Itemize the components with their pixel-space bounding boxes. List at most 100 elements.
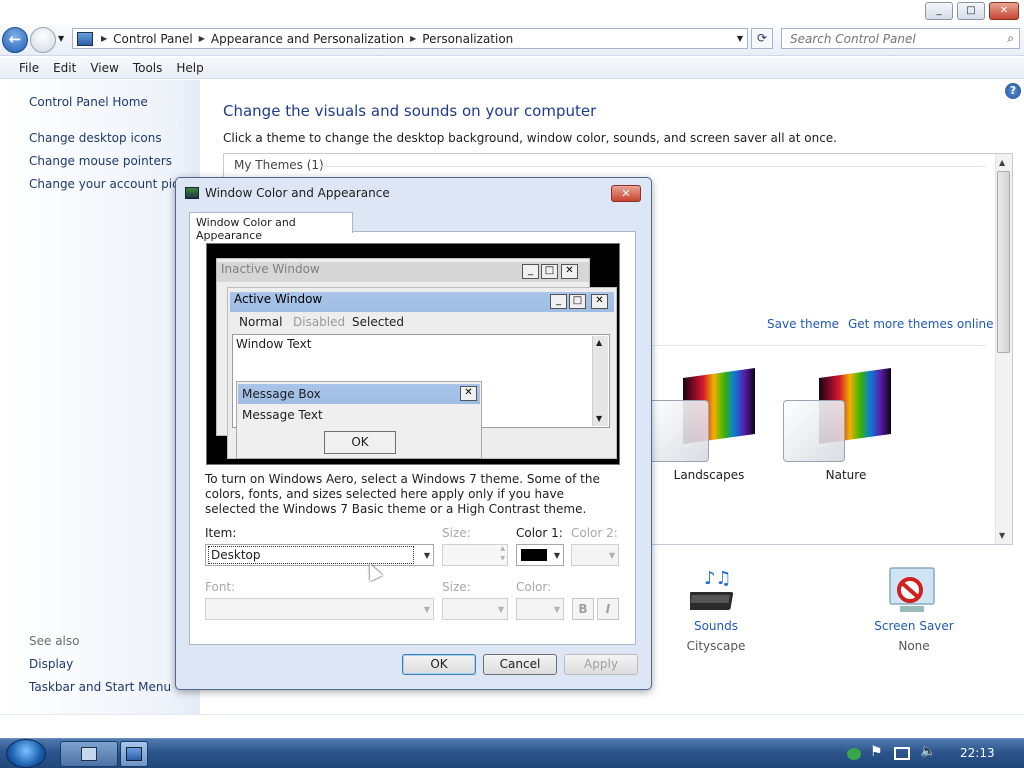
menu-view[interactable]: View — [90, 61, 118, 75]
search-icon[interactable]: ⌕ — [1007, 31, 1014, 46]
font-size-label: Size: — [442, 580, 471, 594]
get-more-themes-link[interactable]: Get more themes online — [848, 317, 994, 331]
scroll-up-icon[interactable]: ▲ — [999, 158, 1005, 167]
my-themes-group-label: My Themes (1) — [234, 158, 324, 172]
breadcrumb-separator-icon[interactable]: ▶ — [199, 34, 205, 43]
chevron-down-icon[interactable]: ▼ — [498, 605, 504, 614]
color2-picker[interactable]: ▼ — [571, 544, 619, 566]
preview-maximize-icon: □ — [569, 294, 586, 309]
preview-scroll-down-icon: ▼ — [596, 414, 603, 423]
maximize-button[interactable]: □ — [957, 2, 985, 20]
forward-button[interactable] — [30, 27, 56, 53]
control-panel-home-link[interactable]: Control Panel Home — [29, 95, 148, 109]
screen-saver-icon[interactable] — [886, 564, 938, 618]
preview-scroll-up-icon: ▲ — [596, 338, 603, 347]
message-box-ok-button[interactable]: OK — [324, 431, 396, 454]
security-tray-icon[interactable] — [847, 748, 861, 760]
preview-menu-selected[interactable]: Selected — [352, 315, 404, 329]
breadcrumb-separator-icon[interactable]: ▶ — [101, 34, 107, 43]
theme-name[interactable]: Landscapes — [654, 468, 764, 482]
volume-muted-icon[interactable]: 🔈 — [920, 744, 936, 759]
color-swatch — [521, 549, 547, 561]
font-label: Font: — [205, 580, 236, 594]
italic-button[interactable]: I — [597, 598, 619, 620]
screen-saver-link[interactable]: Screen Saver — [854, 619, 974, 633]
color1-picker[interactable]: ▼ — [516, 544, 564, 566]
preview-scrollbar[interactable] — [592, 336, 608, 426]
preview-menu-selected-wrap[interactable]: Selected — [343, 313, 404, 331]
tab-window-color[interactable]: Window Color and Appearance — [189, 212, 353, 242]
change-mouse-pointers-link[interactable]: Change mouse pointers — [29, 154, 172, 168]
page-description: Click a theme to change the desktop back… — [223, 131, 837, 145]
dialog-close-button[interactable]: ✕ — [611, 185, 641, 202]
action-center-flag-icon[interactable]: ⚑ — [870, 744, 883, 760]
breadcrumb-separator-icon[interactable]: ▶ — [410, 34, 416, 43]
chevron-down-icon[interactable]: ▼ — [424, 551, 430, 560]
address-bar[interactable]: ▶ Control Panel ▶ Appearance and Persona… — [72, 28, 748, 49]
theme-landscapes[interactable] — [647, 367, 755, 463]
message-box-close-icon: ✕ — [460, 386, 477, 401]
refresh-icon[interactable]: ⟳ — [751, 28, 773, 49]
control-panel-icon — [126, 747, 142, 761]
search-input[interactable] — [782, 29, 992, 48]
size-spinner[interactable]: ▲ ▼ — [442, 544, 508, 566]
status-bar — [0, 714, 1024, 738]
item-dropdown-value[interactable]: Desktop — [208, 546, 414, 564]
save-theme-link[interactable]: Save theme — [767, 317, 839, 331]
task-pane — [0, 80, 200, 714]
breadcrumb-control-panel[interactable]: Control Panel — [113, 32, 193, 46]
preview-maximize-icon: □ — [541, 264, 558, 279]
menu-file[interactable]: File — [19, 61, 39, 75]
chevron-down-icon[interactable]: ▼ — [424, 605, 430, 614]
dialog-title: Window Color and Appearance — [205, 186, 390, 200]
preview-window-text[interactable]: Window Text — [236, 337, 311, 351]
recent-pages-icon[interactable]: ▼ — [58, 34, 64, 43]
breadcrumb-appearance[interactable]: Appearance and Personalization — [211, 32, 404, 46]
chevron-down-icon[interactable]: ▼ — [554, 551, 560, 560]
start-button[interactable] — [6, 739, 46, 768]
apply-button[interactable]: Apply — [564, 654, 638, 675]
address-dropdown-icon[interactable]: ▼ — [737, 34, 743, 43]
taskbar-start-menu-link[interactable]: Taskbar and Start Menu — [29, 680, 171, 694]
spin-down-icon[interactable]: ▼ — [500, 555, 505, 562]
font-color-picker[interactable]: ▼ — [516, 598, 564, 620]
network-icon[interactable] — [894, 747, 910, 760]
message-box-text[interactable]: Message Text — [242, 408, 323, 422]
minimize-button[interactable]: _ — [925, 2, 953, 20]
font-size-dropdown[interactable]: ▼ — [442, 598, 508, 620]
back-button[interactable]: ← — [2, 27, 28, 53]
chevron-down-icon[interactable]: ▼ — [554, 605, 560, 614]
sounds-link[interactable]: Sounds — [656, 619, 776, 633]
help-icon[interactable]: ? — [1005, 83, 1021, 99]
menu-tools[interactable]: Tools — [133, 61, 163, 75]
breadcrumb-personalization[interactable]: Personalization — [422, 32, 513, 46]
bold-button[interactable]: B — [572, 598, 594, 620]
menu-edit[interactable]: Edit — [53, 61, 76, 75]
taskbar-control-panel-button[interactable] — [120, 741, 148, 767]
menu-help[interactable]: Help — [176, 61, 203, 75]
menu-bar: File Edit View Tools Help — [0, 57, 1024, 79]
control-panel-icon — [77, 31, 93, 46]
preview-menu-disabled[interactable]: Disabled — [293, 315, 345, 329]
theme-name[interactable]: Nature — [791, 468, 901, 482]
theme-glass-preview — [647, 400, 709, 462]
message-box-title[interactable]: Message Box — [238, 384, 480, 404]
theme-nature[interactable] — [783, 367, 891, 463]
search-box[interactable]: ⌕ — [781, 28, 1020, 49]
change-desktop-icons-link[interactable]: Change desktop icons — [29, 131, 162, 145]
scroll-down-icon[interactable]: ▼ — [999, 531, 1005, 540]
sounds-icon[interactable]: ♪♫ — [690, 566, 742, 618]
spin-up-icon[interactable]: ▲ — [500, 545, 505, 552]
taskbar-clock[interactable]: 22:13 — [960, 746, 995, 760]
scroll-thumb[interactable] — [997, 171, 1010, 353]
chevron-down-icon[interactable]: ▼ — [609, 551, 615, 560]
display-link[interactable]: Display — [29, 657, 73, 671]
aero-info-text: To turn on Windows Aero, select a Window… — [205, 472, 600, 516]
ok-button[interactable]: OK — [402, 654, 476, 675]
taskbar-server-manager-button[interactable] — [60, 741, 118, 767]
font-dropdown[interactable]: ▼ — [205, 598, 434, 620]
cancel-button[interactable]: Cancel — [483, 654, 557, 675]
preview-menu-normal[interactable]: Normal — [239, 315, 282, 329]
server-icon — [81, 747, 97, 761]
close-button[interactable]: ✕ — [989, 2, 1019, 20]
